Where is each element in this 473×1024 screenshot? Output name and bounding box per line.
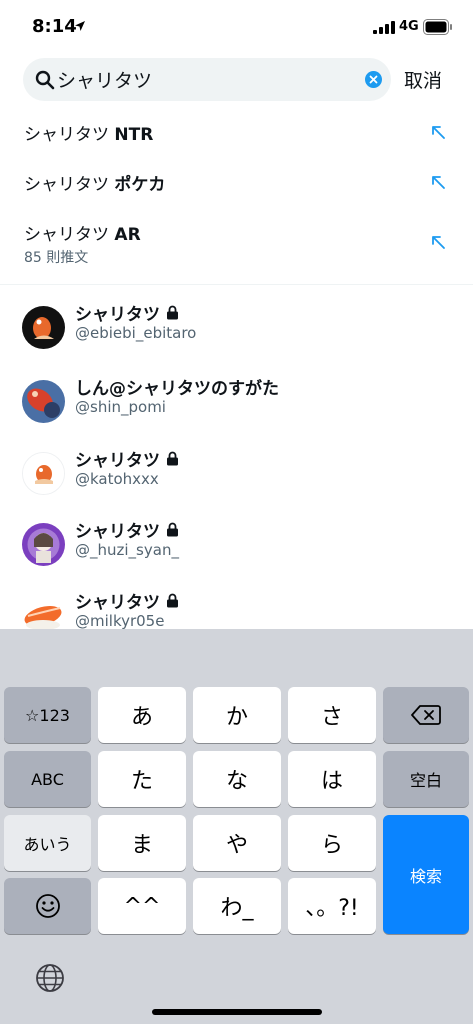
key-ha[interactable]: は — [288, 751, 376, 807]
battery-icon — [423, 19, 452, 35]
divider — [0, 284, 473, 285]
lock-icon — [167, 522, 178, 537]
search-box[interactable] — [23, 58, 391, 101]
avatar — [22, 523, 65, 566]
delete-key[interactable] — [383, 687, 469, 743]
search-suggestion[interactable]: シャリタツ AR 85 則推文 — [0, 220, 473, 270]
avatar — [22, 452, 65, 495]
status-bar: 8:14 4G — [0, 0, 473, 54]
user-result[interactable]: シャリタツ @_huzi_syan_ — [0, 517, 473, 585]
location-arrow-icon — [75, 21, 85, 31]
signal-icon — [373, 21, 395, 34]
user-name: しん@シャリタツのすがた — [75, 379, 279, 399]
search-key[interactable]: 検索 — [383, 815, 469, 934]
user-handle: @katohxxx — [75, 470, 159, 488]
clear-search-icon[interactable] — [365, 71, 382, 88]
search-suggestion[interactable]: シャリタツ NTR — [0, 120, 473, 170]
arrow-up-left-icon[interactable] — [430, 174, 446, 190]
user-name: シャリタツ — [75, 300, 179, 325]
key-kaomoji[interactable]: ^^ — [98, 878, 186, 934]
emoji-key[interactable] — [4, 878, 91, 934]
suggestion-text: シャリタツ NTR — [24, 125, 154, 145]
key-ma[interactable]: ま — [98, 815, 186, 871]
status-time: 8:14 — [32, 16, 77, 37]
globe-icon[interactable] — [34, 962, 66, 994]
search-input[interactable] — [57, 58, 357, 101]
suggestion-text: シャリタツ ポケカ — [24, 175, 166, 195]
arrow-up-left-icon[interactable] — [430, 124, 446, 140]
lock-icon — [167, 305, 178, 320]
suggestion-text: シャリタツ AR — [24, 225, 141, 245]
avatar — [22, 380, 65, 423]
user-handle: @shin_pomi — [75, 398, 166, 416]
suggestion-post-count: 85 則推文 — [24, 250, 89, 266]
key-abc[interactable]: ABC — [4, 751, 91, 807]
cancel-button[interactable]: 取消 — [404, 66, 442, 93]
user-result[interactable]: シャリタツ @katohxxx — [0, 446, 473, 514]
user-result[interactable]: シャリタツ @ebiebi_ebitaro — [0, 300, 473, 368]
user-handle: @ebiebi_ebitaro — [75, 324, 197, 342]
search-suggestion[interactable]: シャリタツ ポケカ — [0, 170, 473, 220]
space-key[interactable]: 空白 — [383, 751, 469, 807]
user-name: シャリタツ — [75, 446, 179, 471]
key-na[interactable]: な — [193, 751, 281, 807]
avatar — [22, 306, 65, 349]
lock-icon — [167, 451, 178, 466]
network-type: 4G — [399, 19, 419, 34]
home-indicator — [152, 1009, 322, 1015]
lock-icon — [167, 593, 178, 608]
key-a[interactable]: あ — [98, 687, 186, 743]
user-result[interactable]: しん@シャリタツのすがた @shin_pomi — [0, 374, 473, 442]
search-icon — [35, 70, 55, 90]
key-punctuation[interactable]: 、。?! — [288, 878, 376, 934]
key-ka[interactable]: か — [193, 687, 281, 743]
key-numbers[interactable]: ☆123 — [4, 687, 91, 743]
key-ya[interactable]: や — [193, 815, 281, 871]
key-ta[interactable]: た — [98, 751, 186, 807]
user-name: シャリタツ — [75, 517, 179, 542]
key-sa[interactable]: さ — [288, 687, 376, 743]
key-ra[interactable]: ら — [288, 815, 376, 871]
key-wa[interactable]: わ_ — [193, 878, 281, 934]
user-handle: @_huzi_syan_ — [75, 541, 179, 559]
user-name: シャリタツ — [75, 588, 179, 613]
emoji-icon — [35, 894, 60, 918]
delete-icon — [411, 705, 441, 725]
arrow-up-left-icon[interactable] — [430, 234, 446, 250]
user-handle: @milkyr05e — [75, 612, 165, 630]
key-kana[interactable]: あいう — [4, 815, 91, 871]
